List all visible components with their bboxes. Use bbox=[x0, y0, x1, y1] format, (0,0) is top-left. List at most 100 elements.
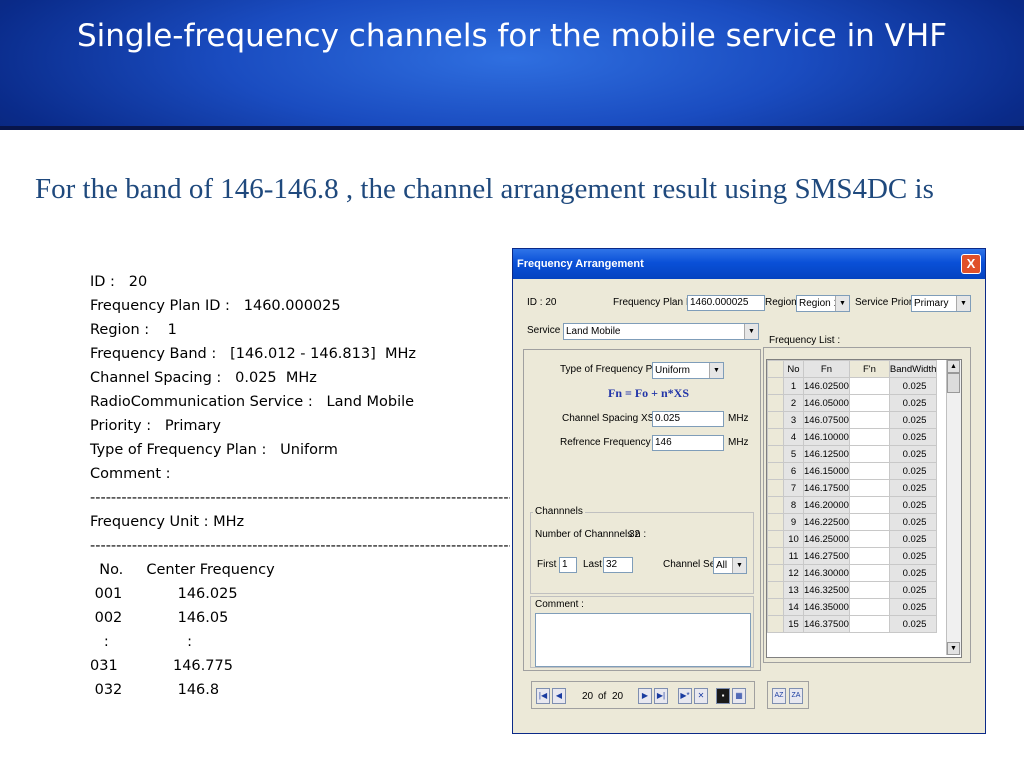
cell-fn[interactable]: 146.22500 bbox=[803, 513, 850, 531]
chevron-down-icon[interactable]: ▼ bbox=[744, 324, 758, 339]
cell-bandwidth[interactable]: 0.025 bbox=[888, 428, 938, 446]
comment-textarea[interactable] bbox=[535, 613, 751, 667]
table-row[interactable]: 8 146.20000 0.025 bbox=[767, 496, 938, 514]
cell-fpn[interactable] bbox=[848, 615, 890, 633]
cell-bandwidth[interactable]: 0.025 bbox=[888, 394, 938, 412]
column-header-fn[interactable]: Fn bbox=[803, 360, 850, 378]
row-selector[interactable] bbox=[767, 581, 784, 599]
cell-no[interactable]: 15 bbox=[783, 615, 804, 633]
table-row[interactable]: 2 146.05000 0.025 bbox=[767, 394, 938, 412]
cell-fn[interactable]: 146.07500 bbox=[803, 411, 850, 429]
column-header-no[interactable]: No bbox=[783, 360, 804, 378]
cell-bandwidth[interactable]: 0.025 bbox=[888, 479, 938, 497]
cell-fn[interactable]: 146.37500 bbox=[803, 615, 850, 633]
cell-bandwidth[interactable]: 0.025 bbox=[888, 581, 938, 599]
cell-fn[interactable]: 146.17500 bbox=[803, 479, 850, 497]
row-selector[interactable] bbox=[767, 496, 784, 514]
chevron-down-icon[interactable]: ▼ bbox=[732, 558, 746, 573]
plan-type-select[interactable]: Uniform ▼ bbox=[652, 362, 724, 379]
cell-fn[interactable]: 146.20000 bbox=[803, 496, 850, 514]
table-row[interactable]: 14 146.35000 0.025 bbox=[767, 598, 938, 616]
row-selector[interactable] bbox=[767, 394, 784, 412]
cell-bandwidth[interactable]: 0.025 bbox=[888, 496, 938, 514]
cell-fn[interactable]: 146.05000 bbox=[803, 394, 850, 412]
cell-no[interactable]: 7 bbox=[783, 479, 804, 497]
first-channel-field[interactable]: 1 bbox=[559, 557, 577, 573]
cell-bandwidth[interactable]: 0.025 bbox=[888, 615, 938, 633]
table-row[interactable]: 15 146.37500 0.025 bbox=[767, 615, 938, 633]
save-icon[interactable]: ▪ bbox=[716, 688, 730, 704]
table-row[interactable]: 4 146.10000 0.025 bbox=[767, 428, 938, 446]
cell-bandwidth[interactable]: 0.025 bbox=[888, 462, 938, 480]
cell-bandwidth[interactable]: 0.025 bbox=[888, 564, 938, 582]
cell-no[interactable]: 13 bbox=[783, 581, 804, 599]
table-row[interactable]: 1 146.02500 0.025 bbox=[767, 377, 938, 395]
cell-fpn[interactable] bbox=[848, 479, 890, 497]
row-selector[interactable] bbox=[767, 411, 784, 429]
cell-fpn[interactable] bbox=[848, 394, 890, 412]
table-row[interactable]: 11 146.27500 0.025 bbox=[767, 547, 938, 565]
cell-no[interactable]: 11 bbox=[783, 547, 804, 565]
cell-fpn[interactable] bbox=[848, 445, 890, 463]
cell-no[interactable]: 12 bbox=[783, 564, 804, 582]
cell-bandwidth[interactable]: 0.025 bbox=[888, 513, 938, 531]
chevron-down-icon[interactable]: ▼ bbox=[956, 296, 970, 311]
cell-no[interactable]: 1 bbox=[783, 377, 804, 395]
channel-set-select[interactable]: All ▼ bbox=[713, 557, 747, 574]
cell-fn[interactable]: 146.25000 bbox=[803, 530, 850, 548]
priority-select[interactable]: Primary ▼ bbox=[911, 295, 971, 312]
table-row[interactable]: 6 146.15000 0.025 bbox=[767, 462, 938, 480]
cell-no[interactable]: 14 bbox=[783, 598, 804, 616]
row-selector[interactable] bbox=[767, 615, 784, 633]
cell-no[interactable]: 4 bbox=[783, 428, 804, 446]
cell-fpn[interactable] bbox=[848, 581, 890, 599]
cell-fpn[interactable] bbox=[848, 564, 890, 582]
cell-no[interactable]: 8 bbox=[783, 496, 804, 514]
cell-fn[interactable]: 146.35000 bbox=[803, 598, 850, 616]
cell-bandwidth[interactable]: 0.025 bbox=[888, 445, 938, 463]
row-selector[interactable] bbox=[767, 547, 784, 565]
table-row[interactable]: 5 146.12500 0.025 bbox=[767, 445, 938, 463]
scroll-up-icon[interactable]: ▲ bbox=[947, 360, 960, 373]
row-selector[interactable] bbox=[767, 428, 784, 446]
table-row[interactable]: 13 146.32500 0.025 bbox=[767, 581, 938, 599]
column-header-bandwidth[interactable]: BandWidth bbox=[888, 360, 938, 378]
sort-ascending-icon[interactable]: AZ bbox=[772, 688, 786, 704]
delete-record-icon[interactable]: ✕ bbox=[694, 688, 708, 704]
cell-no[interactable]: 10 bbox=[783, 530, 804, 548]
table-row[interactable]: 9 146.22500 0.025 bbox=[767, 513, 938, 531]
table-row[interactable]: 10 146.25000 0.025 bbox=[767, 530, 938, 548]
cell-fn[interactable]: 146.30000 bbox=[803, 564, 850, 582]
grid-view-icon[interactable]: ▦ bbox=[732, 688, 746, 704]
cell-fn[interactable]: 146.32500 bbox=[803, 581, 850, 599]
cell-fpn[interactable] bbox=[848, 547, 890, 565]
row-selector[interactable] bbox=[767, 462, 784, 480]
cell-fpn[interactable] bbox=[848, 462, 890, 480]
service-select[interactable]: Land Mobile ▼ bbox=[563, 323, 759, 340]
cell-fpn[interactable] bbox=[848, 411, 890, 429]
chevron-down-icon[interactable]: ▼ bbox=[709, 363, 723, 378]
cell-no[interactable]: 5 bbox=[783, 445, 804, 463]
cell-fpn[interactable] bbox=[848, 428, 890, 446]
cell-fn[interactable]: 146.12500 bbox=[803, 445, 850, 463]
cell-fn[interactable]: 146.02500 bbox=[803, 377, 850, 395]
table-row[interactable]: 7 146.17500 0.025 bbox=[767, 479, 938, 497]
cell-fpn[interactable] bbox=[848, 513, 890, 531]
cell-bandwidth[interactable]: 0.025 bbox=[888, 377, 938, 395]
chevron-down-icon[interactable]: ▼ bbox=[835, 296, 849, 311]
row-selector[interactable] bbox=[767, 445, 784, 463]
cell-no[interactable]: 6 bbox=[783, 462, 804, 480]
first-record-icon[interactable]: |◀ bbox=[536, 688, 550, 704]
scroll-down-icon[interactable]: ▼ bbox=[947, 642, 960, 655]
new-record-icon[interactable]: ▶* bbox=[678, 688, 692, 704]
row-selector[interactable] bbox=[767, 479, 784, 497]
close-icon[interactable]: X bbox=[961, 254, 981, 274]
plan-id-field[interactable]: 1460.000025 bbox=[687, 295, 765, 311]
cell-fn[interactable]: 146.15000 bbox=[803, 462, 850, 480]
sort-descending-icon[interactable]: ZA bbox=[789, 688, 803, 704]
scroll-thumb[interactable] bbox=[947, 373, 960, 393]
region-select[interactable]: Region 1 ▼ bbox=[796, 295, 850, 312]
cell-no[interactable]: 9 bbox=[783, 513, 804, 531]
column-header-fpn[interactable]: F'n bbox=[848, 360, 890, 378]
row-selector[interactable] bbox=[767, 530, 784, 548]
